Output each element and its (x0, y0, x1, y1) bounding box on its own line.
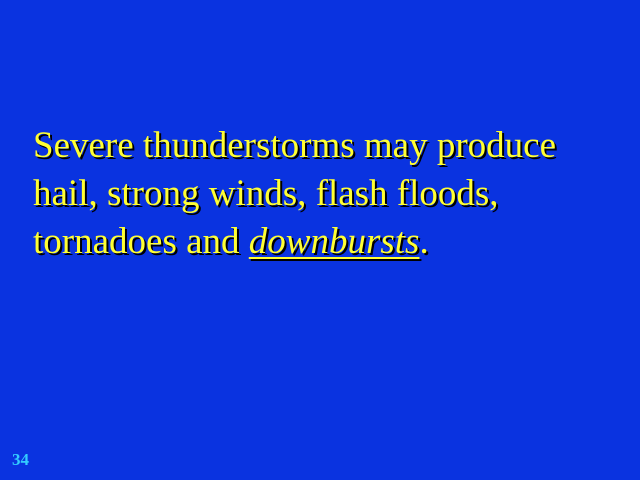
body-line-3: tornadoes and downbursts. (33, 218, 623, 266)
page-number: 34 (12, 450, 29, 469)
slide-body-text: Severe thunderstorms may produce hail, s… (33, 122, 623, 266)
slide: Severe thunderstorms may produce hail, s… (0, 0, 640, 480)
body-line-2: hail, strong winds, flash floods, (33, 173, 499, 214)
body-line-1: Severe thunderstorms may produce (33, 125, 556, 166)
body-line-3-prefix: tornadoes and (33, 221, 249, 262)
body-line-3-suffix: . (419, 221, 429, 262)
emphasized-term: downbursts (248, 221, 420, 262)
